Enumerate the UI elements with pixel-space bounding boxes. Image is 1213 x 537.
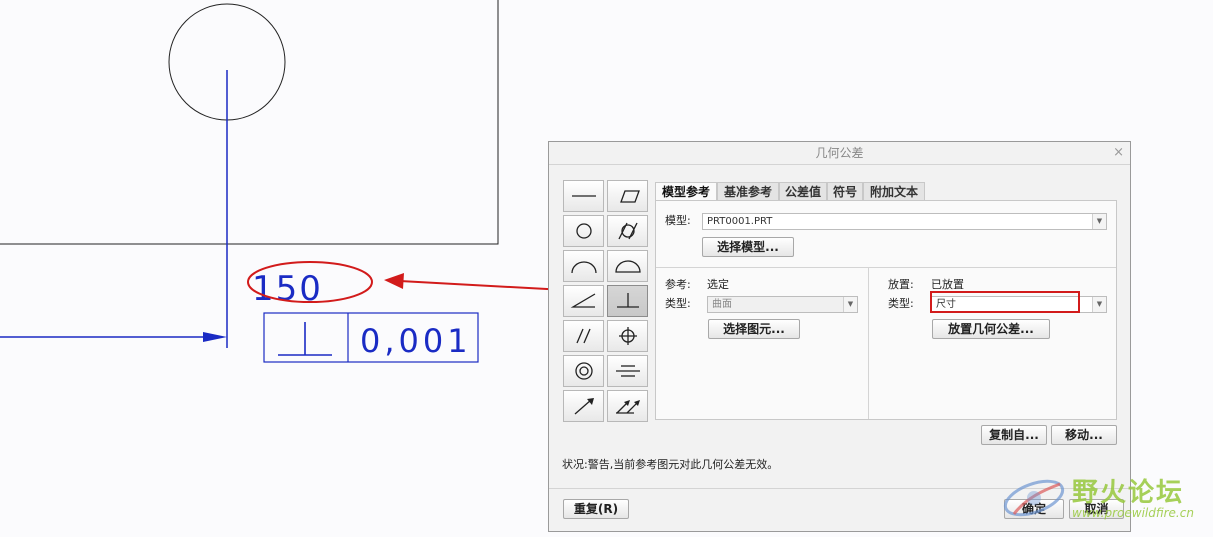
panel-divider	[656, 267, 1116, 268]
ok-button[interactable]: 确定	[1004, 499, 1064, 519]
perpendicularity-symbol-button[interactable]	[607, 285, 648, 317]
tab-symbol[interactable]: 符号	[827, 182, 863, 200]
repeat-button[interactable]: 重复(R)	[563, 499, 629, 519]
line-profile-icon	[570, 261, 597, 274]
circular-runout-icon	[574, 398, 594, 415]
symmetry-icon	[615, 365, 640, 377]
footer-divider	[549, 488, 1130, 489]
perpendicularity-symbol	[278, 322, 332, 356]
placement-label: 放置:	[888, 278, 914, 291]
straightness-icon	[571, 195, 596, 197]
cylindricity-icon	[617, 222, 638, 240]
chevron-down-icon[interactable]: ▼	[1092, 214, 1106, 229]
circular-runout-symbol-button[interactable]	[563, 390, 604, 422]
circularity-icon	[575, 223, 592, 239]
symmetry-symbol-button[interactable]	[607, 355, 648, 387]
geometric-tolerance-dialog: 几何公差 × 模型参考 基准参考 公差值 符号 附加文本 模型: PRT0001…	[548, 141, 1131, 532]
surface-profile-icon	[614, 260, 641, 273]
dimension-text[interactable]: 150	[252, 269, 323, 309]
reference-type-value: 曲面	[712, 299, 732, 310]
tolerance-value: 0,001	[360, 322, 472, 360]
reference-type-select[interactable]: 曲面 ▼	[707, 296, 858, 313]
part-outline	[0, 0, 499, 245]
tab-model-reference[interactable]: 模型参考	[655, 182, 717, 201]
annotation-highlight-box	[930, 291, 1080, 313]
parallelism-icon	[575, 328, 591, 344]
close-icon[interactable]: ×	[1113, 144, 1124, 162]
position-icon	[618, 327, 637, 345]
model-select[interactable]: PRT0001.PRT ▼	[702, 213, 1107, 230]
panel-column-divider	[868, 267, 869, 419]
surface-profile-symbol-button[interactable]	[607, 250, 648, 282]
concentricity-icon	[574, 362, 593, 380]
cylindricity-symbol-button[interactable]	[607, 215, 648, 247]
concentricity-symbol-button[interactable]	[563, 355, 604, 387]
select-entity-button[interactable]: 选择图元...	[708, 319, 800, 339]
cancel-button[interactable]: 取消	[1069, 499, 1124, 519]
chevron-down-icon[interactable]: ▼	[843, 297, 857, 312]
tab-tolerance-value[interactable]: 公差值	[779, 182, 827, 200]
tab-additional-text[interactable]: 附加文本	[863, 182, 925, 200]
reference-label: 参考:	[665, 278, 691, 291]
select-model-button[interactable]: 选择模型...	[702, 237, 794, 257]
angularity-symbol-button[interactable]	[563, 285, 604, 317]
angularity-icon	[570, 293, 595, 308]
parallelism-symbol-button[interactable]	[563, 320, 604, 352]
total-runout-icon	[615, 400, 640, 414]
chevron-down-icon[interactable]: ▼	[1092, 297, 1106, 312]
placement-status: 已放置	[931, 278, 964, 291]
position-symbol-button[interactable]	[607, 320, 648, 352]
straightness-symbol-button[interactable]	[563, 180, 604, 212]
reference-status: 选定	[707, 278, 729, 291]
placement-type-label: 类型:	[888, 297, 914, 310]
perpendicularity-icon	[616, 293, 639, 308]
tolerance-symbol-palette	[563, 180, 651, 422]
tab-datum-reference[interactable]: 基准参考	[717, 182, 779, 200]
place-tolerance-button[interactable]: 放置几何公差...	[932, 319, 1050, 339]
line-profile-symbol-button[interactable]	[563, 250, 604, 282]
circularity-symbol-button[interactable]	[563, 215, 604, 247]
model-select-value: PRT0001.PRT	[707, 216, 773, 227]
copy-from-button[interactable]: 复制自...	[981, 425, 1047, 445]
status-message: 状况:警告,当前参考图元对此几何公差无效。	[562, 458, 779, 471]
leader-arrowhead	[203, 332, 227, 342]
move-button[interactable]: 移动...	[1051, 425, 1117, 445]
flatness-symbol-button[interactable]	[607, 180, 648, 212]
annotation-arrowhead	[384, 273, 404, 289]
reference-type-label: 类型:	[665, 297, 691, 310]
total-runout-symbol-button[interactable]	[607, 390, 648, 422]
dialog-title: 几何公差	[549, 142, 1130, 165]
model-label: 模型:	[665, 214, 691, 227]
flatness-icon	[619, 190, 640, 203]
